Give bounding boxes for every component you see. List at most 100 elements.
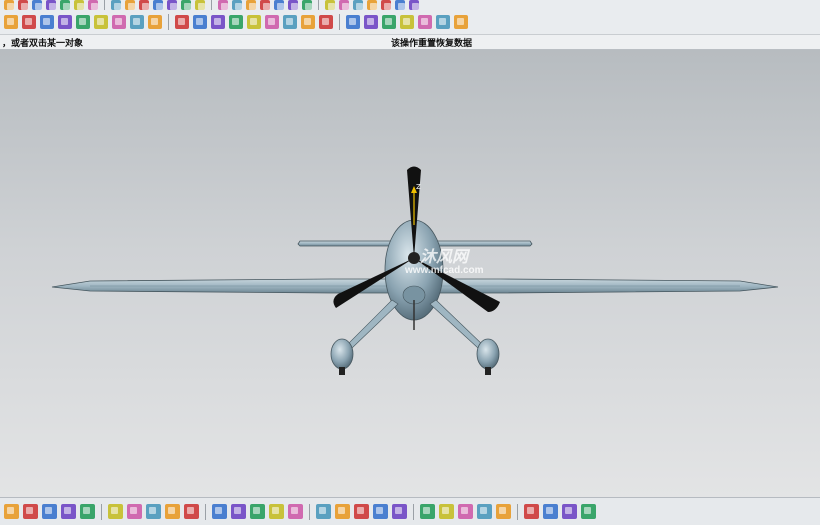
point-icon[interactable]: [4, 504, 19, 519]
shade-icon[interactable]: [167, 0, 177, 10]
watermark-url: www.mfcad.com: [405, 265, 484, 276]
surface-icon[interactable]: [354, 504, 369, 519]
render-icon[interactable]: [218, 0, 228, 10]
layer-icon[interactable]: [367, 0, 377, 10]
z-axis-label: Z: [416, 183, 421, 191]
analysis-icon[interactable]: [420, 504, 435, 519]
curvature-icon[interactable]: [439, 504, 454, 519]
layer-icon[interactable]: [274, 0, 284, 10]
toolbar-separator: [517, 503, 518, 520]
box-icon[interactable]: [112, 15, 126, 29]
edge-icon[interactable]: [265, 15, 279, 29]
layer-icon[interactable]: [353, 0, 363, 10]
box-icon[interactable]: [4, 15, 18, 29]
line-icon[interactable]: [61, 504, 76, 519]
face-icon[interactable]: [364, 15, 378, 29]
curve-icon[interactable]: [400, 15, 414, 29]
face-icon[interactable]: [319, 15, 333, 29]
cube-icon[interactable]: [46, 0, 56, 10]
curve-icon[interactable]: [127, 504, 142, 519]
render-icon[interactable]: [543, 504, 558, 519]
offset-icon[interactable]: [165, 504, 180, 519]
render-icon[interactable]: [232, 0, 242, 10]
box-icon[interactable]: [130, 15, 144, 29]
toolbar-separator: [339, 14, 340, 30]
shade-icon[interactable]: [125, 0, 135, 10]
analysis-icon[interactable]: [392, 504, 407, 519]
face-icon[interactable]: [301, 15, 315, 29]
layer-icon[interactable]: [288, 0, 298, 10]
mesh-icon[interactable]: [269, 504, 284, 519]
render-icon[interactable]: [260, 0, 270, 10]
rectangle-icon[interactable]: [80, 504, 95, 519]
shade-icon[interactable]: [153, 0, 163, 10]
face-icon[interactable]: [283, 15, 297, 29]
view-icon[interactable]: [88, 0, 98, 10]
curve-icon[interactable]: [418, 15, 432, 29]
box-icon[interactable]: [58, 15, 72, 29]
color-icon[interactable]: [477, 504, 492, 519]
status-message: 该操作重置恢复数据: [391, 39, 473, 49]
cube-icon[interactable]: [4, 0, 14, 10]
right-wheel-fairing[interactable]: [476, 338, 500, 370]
prompt-bar: ，或者双击某一对象 该操作重置恢复数据: [0, 35, 820, 50]
box-icon[interactable]: [22, 15, 36, 29]
layer-icon[interactable]: [325, 0, 335, 10]
box-icon[interactable]: [148, 15, 162, 29]
cube-icon[interactable]: [18, 0, 28, 10]
color-icon[interactable]: [496, 504, 511, 519]
trim-icon[interactable]: [229, 15, 243, 29]
transform-icon[interactable]: [175, 15, 189, 29]
layer-icon[interactable]: [302, 0, 312, 10]
toolbar-separator: [309, 503, 310, 520]
project-icon[interactable]: [184, 504, 199, 519]
color-icon[interactable]: [524, 504, 539, 519]
sweep-icon[interactable]: [250, 504, 265, 519]
wave-icon[interactable]: [581, 504, 596, 519]
toolbar-separator: [205, 503, 206, 520]
arrow-icon[interactable]: [395, 0, 405, 10]
shade-icon[interactable]: [139, 0, 149, 10]
polygon-icon[interactable]: [108, 504, 123, 519]
main-toolbar-row: [0, 10, 470, 34]
fillet-icon[interactable]: [146, 504, 161, 519]
graphics-viewport[interactable]: Z 沐风网 www.mfcad.com: [0, 50, 820, 497]
curve-icon[interactable]: [454, 15, 468, 29]
measure-icon[interactable]: [193, 15, 207, 29]
analysis-icon[interactable]: [373, 504, 388, 519]
left-wheel-fairing[interactable]: [330, 338, 354, 370]
curve-icon[interactable]: [436, 15, 450, 29]
extrude-icon[interactable]: [212, 504, 227, 519]
revolve-icon[interactable]: [231, 504, 246, 519]
view-icon[interactable]: [111, 0, 121, 10]
line-icon[interactable]: [23, 504, 38, 519]
layer-icon[interactable]: [381, 0, 391, 10]
cube-icon[interactable]: [32, 0, 42, 10]
mesh-icon[interactable]: [288, 504, 303, 519]
sketch-icon[interactable]: [74, 0, 84, 10]
toolbar-separator: [413, 503, 414, 520]
box-icon[interactable]: [40, 15, 54, 29]
render-icon[interactable]: [246, 0, 256, 10]
watermark-logo: 沐风网: [420, 249, 469, 266]
cube-icon[interactable]: [60, 0, 70, 10]
render-icon[interactable]: [195, 0, 205, 10]
surface-icon[interactable]: [211, 15, 225, 29]
layer-icon[interactable]: [339, 0, 349, 10]
bottom-toolbar-row: [0, 498, 598, 525]
arrow-icon[interactable]: [409, 0, 419, 10]
surface-icon[interactable]: [316, 504, 331, 519]
face-icon[interactable]: [346, 15, 360, 29]
render-icon[interactable]: [181, 0, 191, 10]
render-icon[interactable]: [562, 504, 577, 519]
edge-icon[interactable]: [247, 15, 261, 29]
toolbar-separator: [101, 503, 102, 520]
box-icon[interactable]: [94, 15, 108, 29]
box-icon[interactable]: [76, 15, 90, 29]
line-icon[interactable]: [42, 504, 57, 519]
right-gear-strut: [429, 299, 485, 349]
surface-icon[interactable]: [335, 504, 350, 519]
color-icon[interactable]: [458, 504, 473, 519]
curve-icon[interactable]: [382, 15, 396, 29]
selection-prompt: ，或者双击某一对象: [2, 39, 84, 49]
